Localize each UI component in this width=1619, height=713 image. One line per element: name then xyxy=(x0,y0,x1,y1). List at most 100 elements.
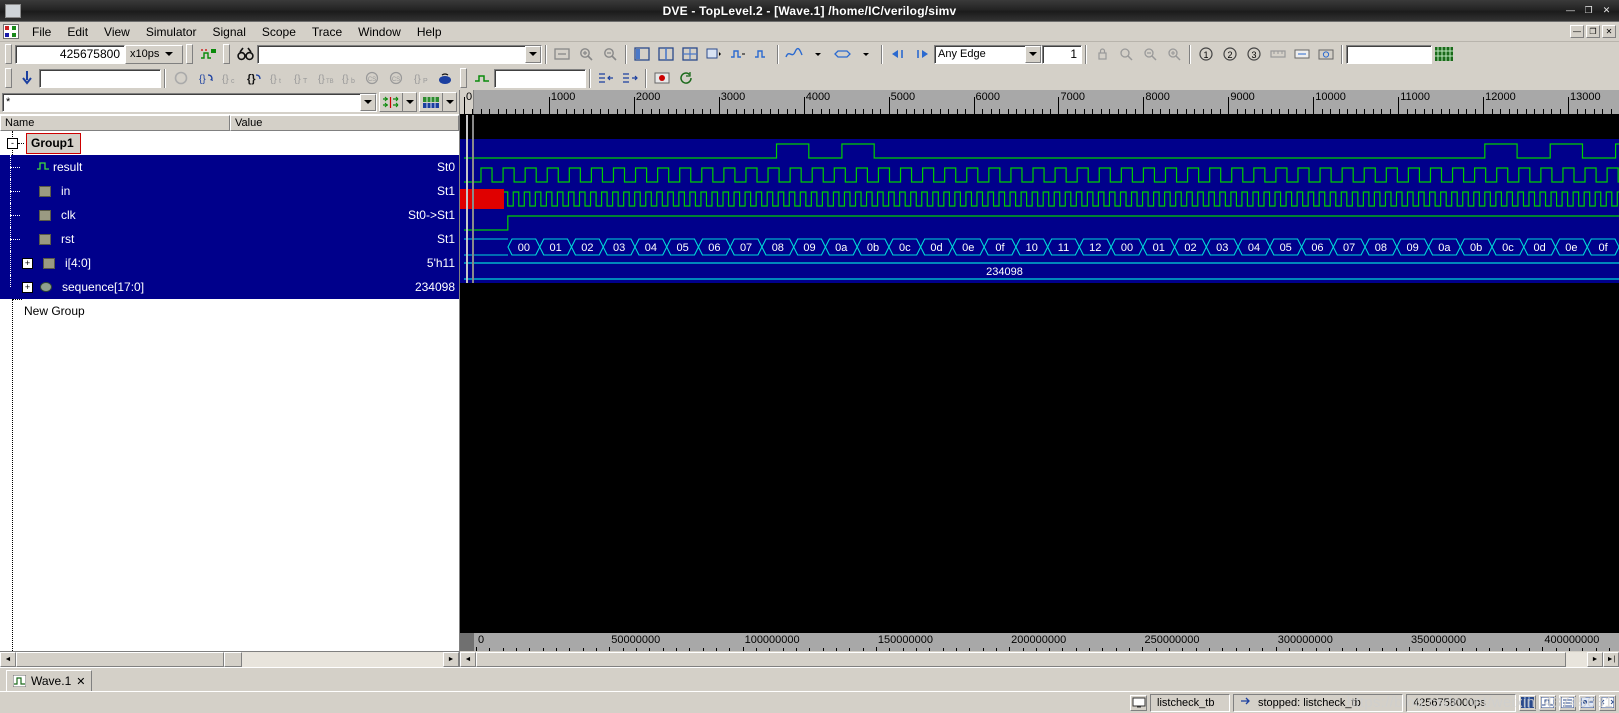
scroll-left-icon[interactable]: ◄ xyxy=(0,652,16,667)
scope-select[interactable] xyxy=(494,68,586,88)
tree-row-signal[interactable]: rst St1 xyxy=(0,227,459,251)
edge-count-field[interactable]: 1 xyxy=(1042,44,1082,64)
scroll-right-icon[interactable]: ► xyxy=(443,652,459,667)
signal-filter-input[interactable]: * xyxy=(2,92,377,112)
menu-file[interactable]: File xyxy=(24,23,59,41)
menu-view[interactable]: View xyxy=(96,23,138,41)
waveform-add-icon[interactable] xyxy=(727,43,749,65)
marker-1-icon[interactable]: 1 xyxy=(1195,43,1217,65)
grid-toggle-icon[interactable] xyxy=(1433,43,1455,65)
panel-grid-icon[interactable] xyxy=(679,43,701,65)
step-b-icon[interactable]: {} b xyxy=(338,67,360,89)
menu-edit[interactable]: Edit xyxy=(59,23,96,41)
waveform-hscrollbar[interactable]: ◄ ► ►| xyxy=(460,651,1619,667)
current-time-field[interactable]: 425675800 xyxy=(15,44,125,64)
wave-scroll-track[interactable] xyxy=(476,651,1587,667)
menu-simulator[interactable]: Simulator xyxy=(138,23,205,41)
toolbar2-grip-1[interactable] xyxy=(5,68,12,88)
continue-cs-icon[interactable]: CS xyxy=(362,67,384,89)
step-over-c-icon[interactable]: {} c xyxy=(218,67,240,89)
continue-cs2-icon[interactable]: CS xyxy=(386,67,408,89)
down-arrow-icon[interactable] xyxy=(16,67,38,89)
close-button[interactable]: ✕ xyxy=(1599,4,1614,18)
step-t-icon[interactable]: {} t xyxy=(266,67,288,89)
panel-split-icon[interactable] xyxy=(655,43,677,65)
menu-help[interactable]: Help xyxy=(409,23,450,41)
signal-list-hscrollbar[interactable]: ◄ ► xyxy=(0,651,459,667)
bus-expand-dropdown-icon[interactable] xyxy=(855,43,877,65)
goto-time-icon[interactable] xyxy=(1291,43,1313,65)
scroll-thumb[interactable] xyxy=(16,652,224,667)
next-edge-icon[interactable] xyxy=(911,43,933,65)
collapse-signals-icon[interactable] xyxy=(619,67,641,89)
radix-dropdown-icon[interactable] xyxy=(442,93,456,111)
mdi-close-button[interactable]: ✕ xyxy=(1602,25,1616,38)
refresh-icon[interactable] xyxy=(675,67,697,89)
marker-2-icon[interactable]: 2 xyxy=(1219,43,1241,65)
column-header-name[interactable]: Name xyxy=(0,115,230,131)
signal-tree[interactable]: - Group1 result St0 in St1 clk St0->St1 … xyxy=(0,131,459,651)
mdi-minimize-button[interactable]: — xyxy=(1570,25,1584,38)
zoom-fit-icon[interactable] xyxy=(551,43,573,65)
wave-scroll-end-icon[interactable]: ►| xyxy=(1603,651,1619,667)
wave-scroll-left-icon[interactable]: ◄ xyxy=(460,651,476,667)
tree-row-signal[interactable]: in St1 xyxy=(0,179,459,203)
tree-row-group1[interactable]: - Group1 xyxy=(0,131,459,155)
tree-row-new-group[interactable]: New Group xyxy=(0,299,459,323)
wave-scroll-thumb[interactable] xyxy=(476,651,1566,667)
tab-wave-1[interactable]: Wave.1 ✕ xyxy=(6,670,93,691)
panel-more-icon[interactable] xyxy=(703,43,725,65)
status-schematic-icon[interactable] xyxy=(1579,694,1596,711)
restart-icon[interactable] xyxy=(434,67,456,89)
zoom-full-icon[interactable] xyxy=(1163,43,1185,65)
overview-grip[interactable] xyxy=(460,633,474,651)
expand-all-dropdown-icon[interactable] xyxy=(402,93,416,111)
tree-row-signal[interactable]: result St0 xyxy=(0,155,459,179)
extra-select[interactable] xyxy=(1346,44,1432,64)
search-dropdown-icon[interactable] xyxy=(525,45,541,63)
panel-left-icon[interactable] xyxy=(631,43,653,65)
radix-button[interactable] xyxy=(419,92,457,112)
toolbar2-grip-2[interactable] xyxy=(460,68,467,88)
status-monitor-icon[interactable] xyxy=(1130,694,1147,711)
signal-compare-icon[interactable] xyxy=(197,43,219,65)
expand-all-button[interactable] xyxy=(379,92,417,112)
step-p-icon[interactable]: {} P xyxy=(410,67,432,89)
zoom-in-icon[interactable] xyxy=(575,43,597,65)
signal-expander[interactable]: + xyxy=(22,257,33,269)
cursor-lock-icon[interactable] xyxy=(1091,43,1113,65)
stop-record-icon[interactable] xyxy=(651,67,673,89)
scroll-split-handle[interactable] xyxy=(224,652,242,667)
step-tb-icon[interactable]: {} TB xyxy=(314,67,336,89)
time-ruler-overview[interactable]: 0 50000000 100000000 150000000 200000000 2500… xyxy=(460,633,1619,651)
status-wave-icon[interactable] xyxy=(1539,694,1556,711)
step-0t-icon[interactable]: {} T xyxy=(290,67,312,89)
waveform-group-icon[interactable] xyxy=(751,43,773,65)
tree-row-signal[interactable]: clk St0->St1 xyxy=(0,203,459,227)
wave-scroll-right-icon[interactable]: ► xyxy=(1587,651,1603,667)
minimize-button[interactable]: — xyxy=(1563,4,1578,18)
menu-signal[interactable]: Signal xyxy=(205,23,254,41)
status-source-icon[interactable] xyxy=(1599,694,1616,711)
analog-trace-icon[interactable] xyxy=(783,43,805,65)
signal-expander[interactable]: + xyxy=(22,281,33,293)
time-ruler-top[interactable]: 0 1000 2000 3000 4000 5000 6000 7000 8000 9000 100… xyxy=(460,90,1619,115)
scroll-track[interactable] xyxy=(16,652,443,667)
zoom-out2-icon[interactable] xyxy=(1139,43,1161,65)
tree-row-signal[interactable]: + sequence[17:0] 234098 xyxy=(0,275,459,299)
toolbar-grip-1[interactable] xyxy=(5,44,12,64)
toolbar-grip-2[interactable] xyxy=(186,44,193,64)
menu-trace[interactable]: Trace xyxy=(304,23,350,41)
maximize-button[interactable]: ❐ xyxy=(1581,4,1596,18)
snapshot-icon[interactable] xyxy=(1315,43,1337,65)
bus-expand-icon[interactable] xyxy=(831,43,853,65)
prev-edge-icon[interactable] xyxy=(887,43,909,65)
step-braces-icon[interactable]: {} xyxy=(242,67,264,89)
analog-trace-dropdown-icon[interactable] xyxy=(807,43,829,65)
menu-window[interactable]: Window xyxy=(350,23,409,41)
waveform-canvas[interactable]: 00 01 02 03 04 05 06 07 08 09 0a 0b 0c 0d 0e 0f 10 11 12 00… xyxy=(460,115,1619,633)
step-into-icon[interactable]: {} xyxy=(194,67,216,89)
record-circle-icon[interactable] xyxy=(170,67,192,89)
marker-3-icon[interactable]: 3 xyxy=(1243,43,1265,65)
edge-mode-dropdown-icon[interactable] xyxy=(1025,45,1041,63)
